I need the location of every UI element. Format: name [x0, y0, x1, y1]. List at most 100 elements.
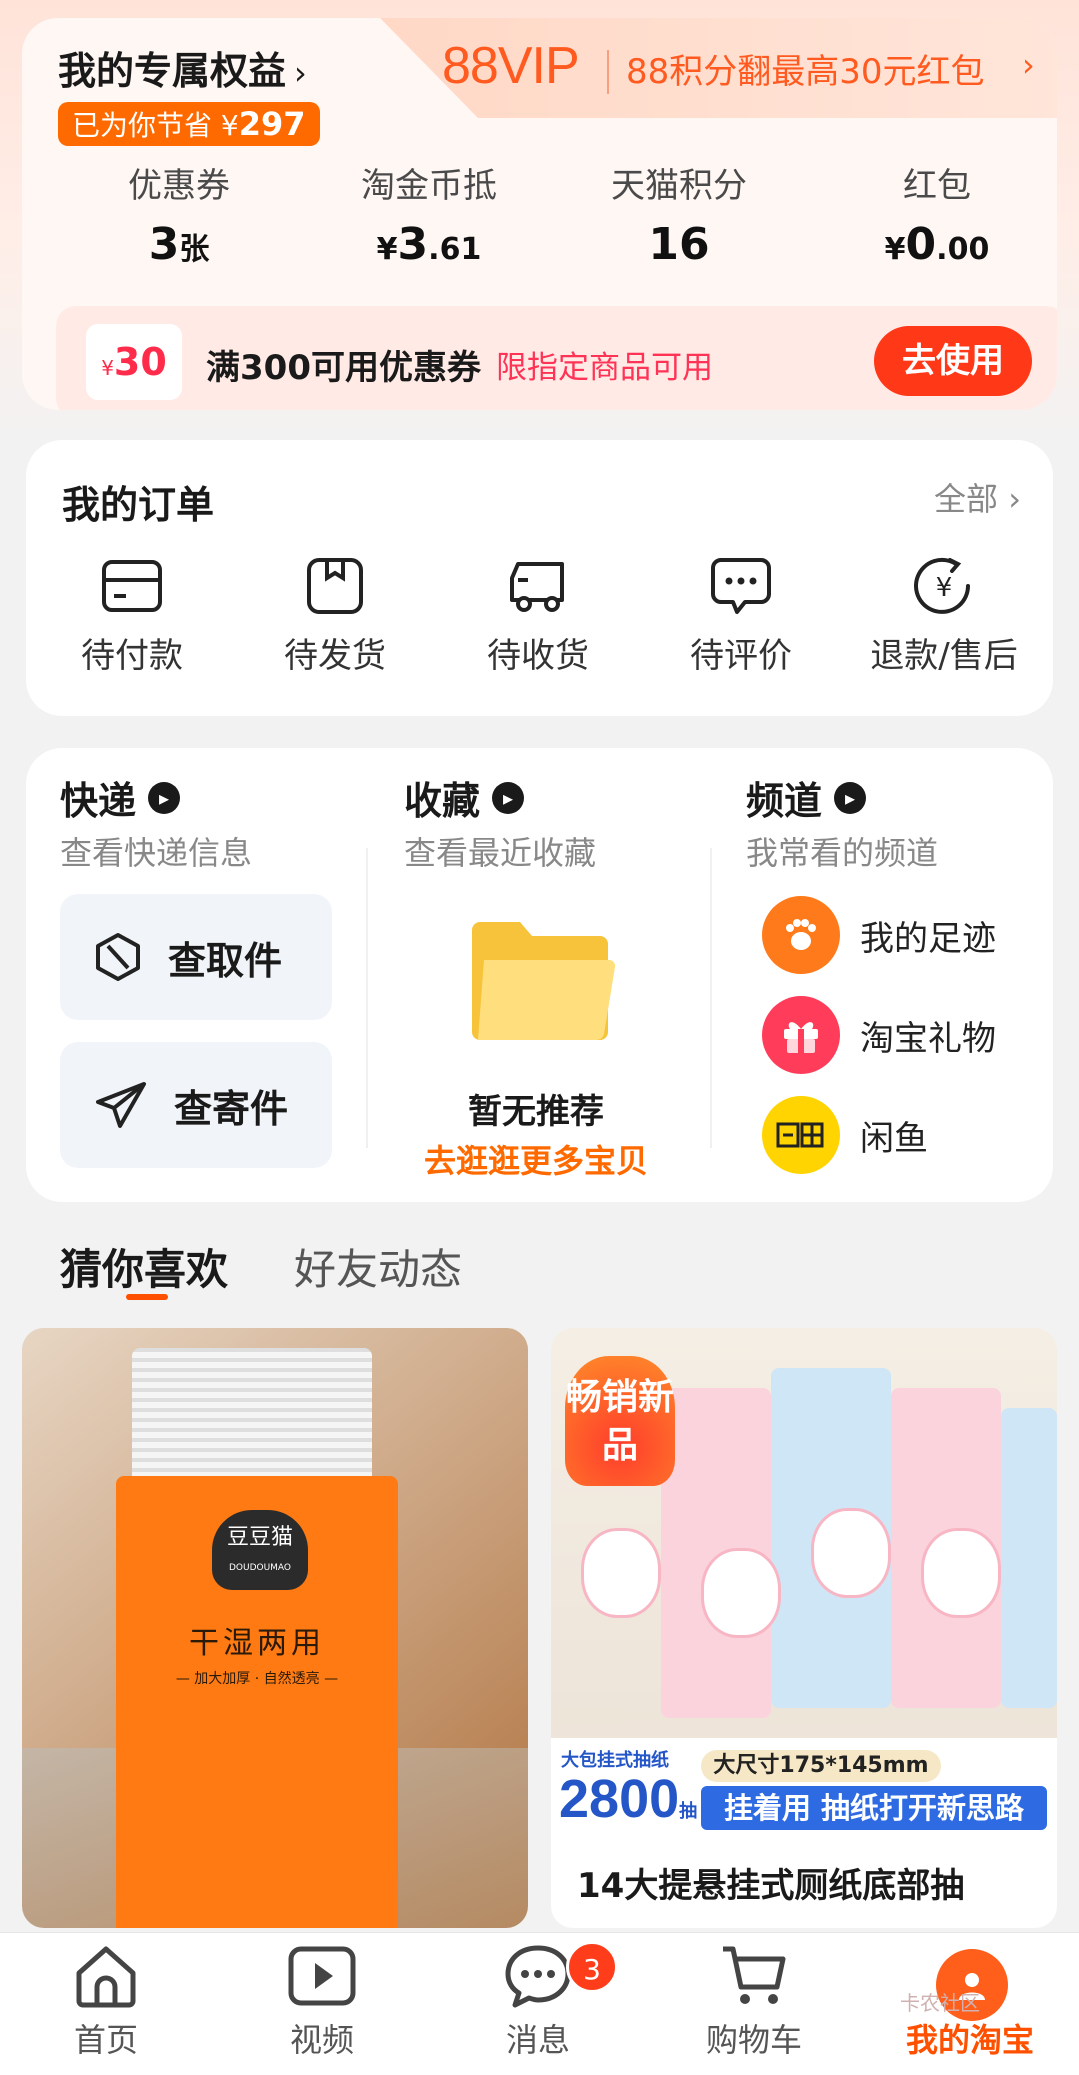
product-card[interactable]: 畅销新品 大包挂式抽纸 2800抽 大尺寸175*145mm 挂着用 抽纸打开新… — [551, 1328, 1057, 1928]
coupon-amount: 30 — [113, 340, 167, 384]
order-label: 待评价 — [690, 636, 792, 676]
nav-cart[interactable]: 购物车 — [654, 1943, 854, 2061]
order-pending-review[interactable]: 待评价 — [641, 556, 841, 677]
order-pending-shipment[interactable]: 待发货 — [235, 556, 435, 677]
orders-all-link[interactable]: 全部 › — [934, 474, 1021, 520]
slogan: 挂着用 抽纸打开新思路 — [701, 1786, 1047, 1830]
arrow-right-icon: ▸ — [492, 781, 525, 814]
channel-xianyu[interactable]: 闲鱼 — [762, 1096, 928, 1174]
express-subtitle: 查看快递信息 — [60, 834, 253, 872]
order-label: 待发货 — [284, 636, 386, 676]
express-header[interactable]: 快递 ▸ — [60, 770, 181, 825]
services-card: 快递 ▸ 查看快递信息 查取件 查寄件 收藏 ▸ 查看最近收藏 暂无推荐 去逛逛更多… — [26, 748, 1053, 1202]
send-label: 查寄件 — [174, 1086, 289, 1131]
truck-icon — [510, 562, 564, 612]
product-image: 畅销新品 大包挂式抽纸 2800抽 大尺寸175*145mm 挂着用 抽纸打开新… — [551, 1328, 1057, 1834]
stat-tmall-points[interactable]: 天猫积分 16 — [554, 158, 804, 270]
favorites-subtitle: 查看最近收藏 — [404, 834, 597, 872]
stat-prefix: ¥ — [376, 232, 398, 267]
savings-prefix: 已为你节省 ¥ — [72, 109, 239, 142]
browse-more-link[interactable]: 去逛逛更多宝贝 — [386, 1136, 686, 1182]
order-label: 退款/售后 — [870, 636, 1018, 676]
express-title: 快递 — [60, 779, 137, 823]
stat-label: 优惠券 — [128, 166, 230, 206]
nav-video[interactable]: 视频 — [222, 1943, 422, 2061]
tab-friends-activity[interactable]: 好友动态 — [294, 1236, 462, 1297]
send-icon — [96, 1082, 146, 1128]
chevron-right-icon[interactable]: › — [1022, 46, 1035, 84]
order-pending-payment[interactable]: 待付款 — [32, 556, 232, 677]
use-coupon-button[interactable]: 去使用 — [874, 326, 1032, 396]
hot-new-badge: 畅销新品 — [565, 1356, 675, 1486]
nav-label: 首页 — [73, 2021, 138, 2059]
box-icon — [307, 558, 363, 614]
brand-name-en: DOUDOUMAO — [228, 1563, 292, 1573]
gift-icon — [762, 996, 840, 1074]
channels-header[interactable]: 频道 ▸ — [746, 770, 867, 825]
count-unit: 抽 — [679, 1801, 698, 1821]
coupon-banner[interactable]: ¥30 满300可用优惠券 限指定商品可用 去使用 — [56, 306, 1057, 410]
benefits-title[interactable]: 我的专属权益 › — [58, 40, 307, 95]
stat-red-packet[interactable]: 红包 ¥0.00 — [812, 158, 1057, 270]
folder-icon — [472, 922, 616, 1041]
pickup-label: 查取件 — [168, 938, 283, 983]
active-tab-indicator — [126, 1294, 168, 1300]
product-tagline: 干湿两用 — [189, 1626, 325, 1661]
vip-promo-text[interactable]: 88积分翻最高30元红包 — [626, 44, 985, 93]
nav-home[interactable]: 首页 — [6, 1943, 206, 2061]
stat-taojinbi[interactable]: 淘金币抵 ¥3.61 — [304, 158, 554, 270]
pickup-button[interactable]: 查取件 — [60, 894, 332, 1020]
stat-value: 0 — [905, 219, 937, 270]
size-label: 大尺寸175*145mm — [701, 1750, 941, 1782]
product-card[interactable]: 豆豆猫 DOUDOUMAO 干湿两用 — 加大加厚 · 自然透亮 — — [22, 1328, 528, 1928]
orders-card: 我的订单 全部 › 待付款 待发货 待收货 待评价 ¥ 退款/售后 — [26, 440, 1053, 716]
stat-label: 天猫积分 — [611, 166, 747, 206]
vip-logo[interactable]: 88VIP — [442, 36, 580, 96]
benefits-card: 我的专属权益 › 已为你节省 ¥297 88VIP 88积分翻最高30元红包 › … — [22, 18, 1057, 410]
footprint-icon — [762, 896, 840, 974]
message-count-badge: 3 — [566, 1941, 618, 1993]
bunny-illustration — [811, 1508, 891, 1598]
product-subline: — 加大加厚 · 自然透亮 — — [175, 1671, 339, 1687]
channel-footprint[interactable]: 我的足迹 — [762, 896, 996, 974]
bunny-illustration — [581, 1528, 661, 1618]
arrow-right-icon: ▸ — [834, 781, 867, 814]
message-icon — [505, 1945, 571, 2008]
coupon-subtitle: 限指定商品可用 — [496, 350, 713, 386]
stat-unit: .61 — [428, 232, 482, 267]
stat-coupons[interactable]: 优惠券 3张 — [54, 158, 304, 270]
favorites-header[interactable]: 收藏 ▸ — [404, 770, 525, 825]
xianyu-icon — [762, 1096, 840, 1174]
coupon-currency: ¥ — [101, 356, 114, 380]
channels-title: 频道 — [746, 779, 823, 823]
orders-title: 我的订单 — [62, 483, 215, 527]
home-icon — [76, 1946, 136, 2008]
product-title: 14大提悬挂式厕纸底部抽 — [577, 1866, 965, 1906]
arrow-right-icon: ▸ — [148, 781, 181, 814]
order-refund[interactable]: ¥ 退款/售后 — [844, 556, 1044, 677]
order-pending-receipt[interactable]: 待收货 — [438, 556, 638, 677]
tab-guess-you-like[interactable]: 猜你喜欢 — [60, 1236, 228, 1297]
nav-label: 购物车 — [705, 2021, 802, 2059]
cart-icon — [723, 1946, 786, 2004]
stat-value: 3 — [397, 219, 429, 270]
stat-prefix: ¥ — [884, 232, 906, 267]
hexagon-icon — [96, 933, 140, 981]
bottom-nav: 首页 视频 消息 3 购物车 我的淘宝 卡农社区 — [0, 1932, 1079, 2075]
brand-logo: 豆豆猫 DOUDOUMAO — [212, 1510, 308, 1590]
nav-label: 消息 — [505, 2021, 570, 2059]
vip-divider — [607, 50, 609, 94]
stat-value: 3 — [148, 219, 180, 270]
channel-gift[interactable]: 淘宝礼物 — [762, 996, 996, 1074]
product-image: 豆豆猫 DOUDOUMAO 干湿两用 — 加大加厚 · 自然透亮 — — [22, 1328, 528, 1928]
order-label: 待收货 — [487, 636, 589, 676]
send-button[interactable]: 查寄件 — [60, 1042, 332, 1168]
channel-label: 我的足迹 — [860, 918, 996, 959]
bunny-illustration — [921, 1528, 1001, 1618]
favorites-title: 收藏 — [404, 779, 481, 823]
chevron-right-icon: › — [294, 54, 307, 92]
refund-icon: ¥ — [914, 557, 970, 614]
savings-amount: 297 — [238, 105, 306, 143]
stat-unit: 张 — [179, 232, 210, 267]
count-value: 2800 — [559, 1769, 680, 1829]
